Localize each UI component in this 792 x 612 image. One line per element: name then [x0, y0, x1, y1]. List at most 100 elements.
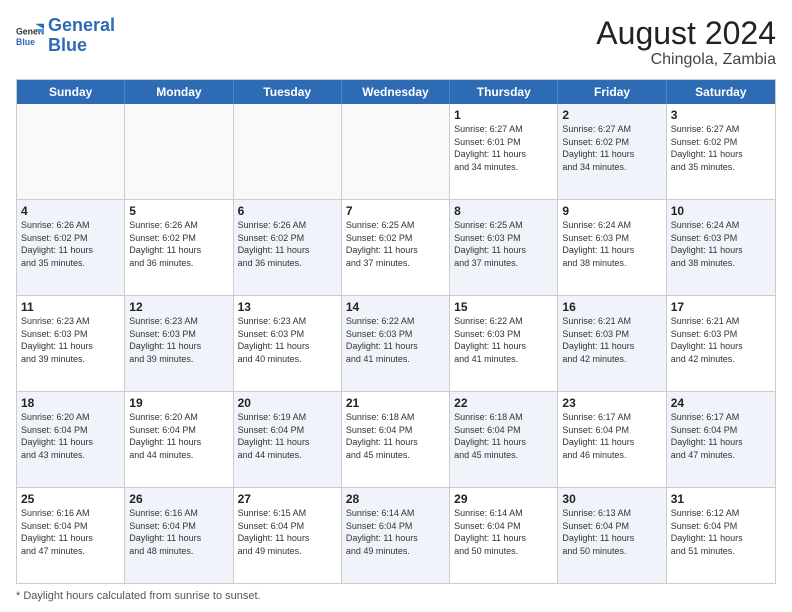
cal-row: 1Sunrise: 6:27 AM Sunset: 6:01 PM Daylig… [17, 104, 775, 200]
cal-row: 18Sunrise: 6:20 AM Sunset: 6:04 PM Dayli… [17, 392, 775, 488]
cell-info: Sunrise: 6:27 AM Sunset: 6:02 PM Dayligh… [562, 123, 661, 173]
day-number: 6 [238, 204, 337, 218]
cal-cell: 31Sunrise: 6:12 AM Sunset: 6:04 PM Dayli… [667, 488, 775, 583]
day-number: 30 [562, 492, 661, 506]
cell-info: Sunrise: 6:20 AM Sunset: 6:04 PM Dayligh… [129, 411, 228, 461]
cal-cell [17, 104, 125, 199]
day-number: 9 [562, 204, 661, 218]
cal-cell [342, 104, 450, 199]
cal-cell: 5Sunrise: 6:26 AM Sunset: 6:02 PM Daylig… [125, 200, 233, 295]
cal-cell: 26Sunrise: 6:16 AM Sunset: 6:04 PM Dayli… [125, 488, 233, 583]
cal-header-cell: Thursday [450, 80, 558, 104]
cal-row: 25Sunrise: 6:16 AM Sunset: 6:04 PM Dayli… [17, 488, 775, 583]
cal-cell: 8Sunrise: 6:25 AM Sunset: 6:03 PM Daylig… [450, 200, 558, 295]
cell-info: Sunrise: 6:25 AM Sunset: 6:03 PM Dayligh… [454, 219, 553, 269]
cell-info: Sunrise: 6:20 AM Sunset: 6:04 PM Dayligh… [21, 411, 120, 461]
cal-cell: 27Sunrise: 6:15 AM Sunset: 6:04 PM Dayli… [234, 488, 342, 583]
cell-info: Sunrise: 6:24 AM Sunset: 6:03 PM Dayligh… [562, 219, 661, 269]
cal-cell: 13Sunrise: 6:23 AM Sunset: 6:03 PM Dayli… [234, 296, 342, 391]
cal-cell [234, 104, 342, 199]
cal-cell: 20Sunrise: 6:19 AM Sunset: 6:04 PM Dayli… [234, 392, 342, 487]
cell-info: Sunrise: 6:24 AM Sunset: 6:03 PM Dayligh… [671, 219, 771, 269]
day-number: 4 [21, 204, 120, 218]
cal-cell: 17Sunrise: 6:21 AM Sunset: 6:03 PM Dayli… [667, 296, 775, 391]
day-number: 7 [346, 204, 445, 218]
cell-info: Sunrise: 6:25 AM Sunset: 6:02 PM Dayligh… [346, 219, 445, 269]
cell-info: Sunrise: 6:21 AM Sunset: 6:03 PM Dayligh… [671, 315, 771, 365]
day-number: 8 [454, 204, 553, 218]
cell-info: Sunrise: 6:17 AM Sunset: 6:04 PM Dayligh… [671, 411, 771, 461]
cal-cell: 19Sunrise: 6:20 AM Sunset: 6:04 PM Dayli… [125, 392, 233, 487]
day-number: 16 [562, 300, 661, 314]
calendar-header: SundayMondayTuesdayWednesdayThursdayFrid… [17, 80, 775, 104]
page: General Blue General Blue August 2024 Ch… [0, 0, 792, 612]
main-title: August 2024 [596, 16, 776, 51]
logo: General Blue General Blue [16, 16, 115, 56]
svg-text:Blue: Blue [16, 37, 35, 47]
day-number: 12 [129, 300, 228, 314]
cal-cell: 25Sunrise: 6:16 AM Sunset: 6:04 PM Dayli… [17, 488, 125, 583]
cal-header-cell: Wednesday [342, 80, 450, 104]
cal-cell: 3Sunrise: 6:27 AM Sunset: 6:02 PM Daylig… [667, 104, 775, 199]
cell-info: Sunrise: 6:27 AM Sunset: 6:01 PM Dayligh… [454, 123, 553, 173]
cell-info: Sunrise: 6:17 AM Sunset: 6:04 PM Dayligh… [562, 411, 661, 461]
cal-cell: 22Sunrise: 6:18 AM Sunset: 6:04 PM Dayli… [450, 392, 558, 487]
cell-info: Sunrise: 6:16 AM Sunset: 6:04 PM Dayligh… [21, 507, 120, 557]
cal-cell: 6Sunrise: 6:26 AM Sunset: 6:02 PM Daylig… [234, 200, 342, 295]
day-number: 13 [238, 300, 337, 314]
day-number: 21 [346, 396, 445, 410]
day-number: 19 [129, 396, 228, 410]
day-number: 28 [346, 492, 445, 506]
cell-info: Sunrise: 6:22 AM Sunset: 6:03 PM Dayligh… [346, 315, 445, 365]
cal-cell: 23Sunrise: 6:17 AM Sunset: 6:04 PM Dayli… [558, 392, 666, 487]
cell-info: Sunrise: 6:26 AM Sunset: 6:02 PM Dayligh… [129, 219, 228, 269]
title-block: August 2024 Chingola, Zambia [596, 16, 776, 69]
day-number: 15 [454, 300, 553, 314]
cell-info: Sunrise: 6:27 AM Sunset: 6:02 PM Dayligh… [671, 123, 771, 173]
cal-cell: 21Sunrise: 6:18 AM Sunset: 6:04 PM Dayli… [342, 392, 450, 487]
cell-info: Sunrise: 6:15 AM Sunset: 6:04 PM Dayligh… [238, 507, 337, 557]
cell-info: Sunrise: 6:23 AM Sunset: 6:03 PM Dayligh… [21, 315, 120, 365]
cal-cell: 7Sunrise: 6:25 AM Sunset: 6:02 PM Daylig… [342, 200, 450, 295]
day-number: 3 [671, 108, 771, 122]
cal-header-cell: Monday [125, 80, 233, 104]
cal-header-cell: Sunday [17, 80, 125, 104]
cal-cell: 1Sunrise: 6:27 AM Sunset: 6:01 PM Daylig… [450, 104, 558, 199]
day-number: 31 [671, 492, 771, 506]
cell-info: Sunrise: 6:21 AM Sunset: 6:03 PM Dayligh… [562, 315, 661, 365]
cal-cell: 2Sunrise: 6:27 AM Sunset: 6:02 PM Daylig… [558, 104, 666, 199]
cell-info: Sunrise: 6:14 AM Sunset: 6:04 PM Dayligh… [346, 507, 445, 557]
day-number: 17 [671, 300, 771, 314]
cal-cell: 11Sunrise: 6:23 AM Sunset: 6:03 PM Dayli… [17, 296, 125, 391]
day-number: 22 [454, 396, 553, 410]
cal-header-cell: Tuesday [234, 80, 342, 104]
day-number: 26 [129, 492, 228, 506]
day-number: 23 [562, 396, 661, 410]
day-number: 5 [129, 204, 228, 218]
cal-cell: 29Sunrise: 6:14 AM Sunset: 6:04 PM Dayli… [450, 488, 558, 583]
day-number: 2 [562, 108, 661, 122]
cell-info: Sunrise: 6:23 AM Sunset: 6:03 PM Dayligh… [129, 315, 228, 365]
cell-info: Sunrise: 6:23 AM Sunset: 6:03 PM Dayligh… [238, 315, 337, 365]
cal-row: 11Sunrise: 6:23 AM Sunset: 6:03 PM Dayli… [17, 296, 775, 392]
cal-cell: 18Sunrise: 6:20 AM Sunset: 6:04 PM Dayli… [17, 392, 125, 487]
logo-icon: General Blue [16, 22, 44, 50]
day-number: 29 [454, 492, 553, 506]
cal-cell [125, 104, 233, 199]
day-number: 14 [346, 300, 445, 314]
calendar-body: 1Sunrise: 6:27 AM Sunset: 6:01 PM Daylig… [17, 104, 775, 583]
cal-cell: 9Sunrise: 6:24 AM Sunset: 6:03 PM Daylig… [558, 200, 666, 295]
cal-header-cell: Saturday [667, 80, 775, 104]
cal-cell: 30Sunrise: 6:13 AM Sunset: 6:04 PM Dayli… [558, 488, 666, 583]
logo-text: General Blue [48, 16, 115, 56]
cell-info: Sunrise: 6:26 AM Sunset: 6:02 PM Dayligh… [21, 219, 120, 269]
calendar: SundayMondayTuesdayWednesdayThursdayFrid… [16, 79, 776, 584]
cell-info: Sunrise: 6:22 AM Sunset: 6:03 PM Dayligh… [454, 315, 553, 365]
cell-info: Sunrise: 6:12 AM Sunset: 6:04 PM Dayligh… [671, 507, 771, 557]
cell-info: Sunrise: 6:13 AM Sunset: 6:04 PM Dayligh… [562, 507, 661, 557]
day-number: 18 [21, 396, 120, 410]
footnote: * Daylight hours calculated from sunrise… [16, 590, 776, 602]
cell-info: Sunrise: 6:19 AM Sunset: 6:04 PM Dayligh… [238, 411, 337, 461]
header: General Blue General Blue August 2024 Ch… [16, 16, 776, 69]
cell-info: Sunrise: 6:16 AM Sunset: 6:04 PM Dayligh… [129, 507, 228, 557]
